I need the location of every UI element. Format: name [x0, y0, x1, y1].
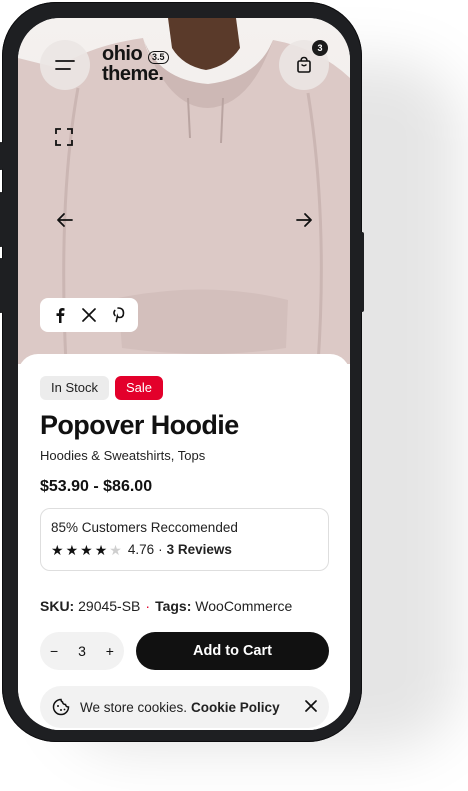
quantity-plus-button[interactable]: + — [106, 643, 114, 659]
menu-icon — [55, 60, 75, 70]
product-info-panel: In Stock Sale Popover Hoodie Hoodies & S… — [18, 354, 350, 730]
quantity-minus-button[interactable]: − — [50, 643, 58, 659]
star-empty-icon: ★ — [109, 541, 122, 558]
star-rating: ★ ★ ★ ★ ★ — [51, 543, 122, 557]
arrow-right-icon — [296, 213, 312, 227]
cart-count-badge: 3 — [312, 40, 328, 56]
sku-label: SKU: — [40, 598, 75, 614]
cookie-policy-link[interactable]: Cookie Policy — [191, 700, 280, 715]
prev-image-button[interactable] — [56, 212, 74, 233]
social-share — [40, 298, 138, 332]
tags-label: Tags: — [155, 598, 192, 614]
recommend-text: 85% Customers Reccomended — [51, 520, 238, 535]
separator-dot: · — [145, 598, 151, 614]
phone-volume-up — [0, 192, 3, 247]
logo-line2: theme. — [102, 63, 164, 85]
product-price: $53.90 - $86.00 — [40, 478, 153, 495]
rating-value: 4.76 — [127, 542, 155, 557]
fullscreen-button[interactable] — [55, 128, 73, 151]
facebook-icon[interactable] — [53, 307, 67, 323]
phone-side-button — [0, 142, 3, 170]
menu-button[interactable] — [40, 40, 90, 90]
quantity-stepper: − 3 + — [40, 632, 124, 670]
cookie-banner: We store cookies. Cookie Policy — [40, 686, 329, 728]
phone-power-button — [360, 232, 364, 312]
product-image: ohio theme. 3.5 3 — [18, 18, 350, 364]
close-icon — [305, 699, 317, 712]
x-icon[interactable] — [82, 308, 96, 322]
product-categories[interactable]: Hoodies & Sweatshirts, Tops — [40, 448, 205, 463]
rating-row: ★ ★ ★ ★ ★ 4.76 · 3 Reviews — [51, 542, 318, 557]
recommendation-box: 85% Customers Reccomended ★ ★ ★ ★ ★ 4.76… — [40, 508, 329, 571]
screen: ohio theme. 3.5 3 In Stock Sale Popover … — [18, 18, 350, 730]
sku-value: 29045-SB — [78, 598, 141, 614]
cookie-icon — [52, 698, 70, 716]
add-to-cart-button[interactable]: Add to Cart — [136, 632, 329, 670]
quantity-value[interactable]: 3 — [78, 643, 86, 659]
logo-line1: ohio — [102, 43, 143, 65]
in-stock-badge: In Stock — [40, 376, 109, 400]
fullscreen-icon — [55, 128, 73, 146]
sku-row: SKU: 29045-SB · Tags: WooCommerce — [40, 598, 292, 614]
logo[interactable]: ohio theme. — [102, 43, 164, 85]
cookie-close-button[interactable] — [305, 699, 317, 715]
reviews-link[interactable]: 3 Reviews — [167, 542, 232, 557]
cookie-text: We store cookies. — [80, 699, 188, 715]
badge-row: In Stock Sale — [40, 376, 163, 400]
phone-volume-down — [0, 258, 3, 313]
version-badge: 3.5 — [148, 51, 169, 64]
next-image-button[interactable] — [295, 212, 313, 233]
product-title: Popover Hoodie — [40, 410, 239, 440]
sale-badge: Sale — [114, 376, 163, 400]
pinterest-icon[interactable] — [111, 307, 125, 323]
shopping-bag-icon — [297, 56, 311, 73]
rating-separator: · — [158, 542, 163, 557]
star-icon: ★ — [65, 541, 79, 558]
arrow-left-icon — [57, 213, 73, 227]
tags-value[interactable]: WooCommerce — [195, 598, 292, 614]
phone-frame: ohio theme. 3.5 3 In Stock Sale Popover … — [0, 2, 364, 742]
star-icon: ★ — [80, 541, 93, 558]
star-icon: ★ — [94, 541, 108, 558]
star-icon: ★ — [51, 541, 64, 558]
